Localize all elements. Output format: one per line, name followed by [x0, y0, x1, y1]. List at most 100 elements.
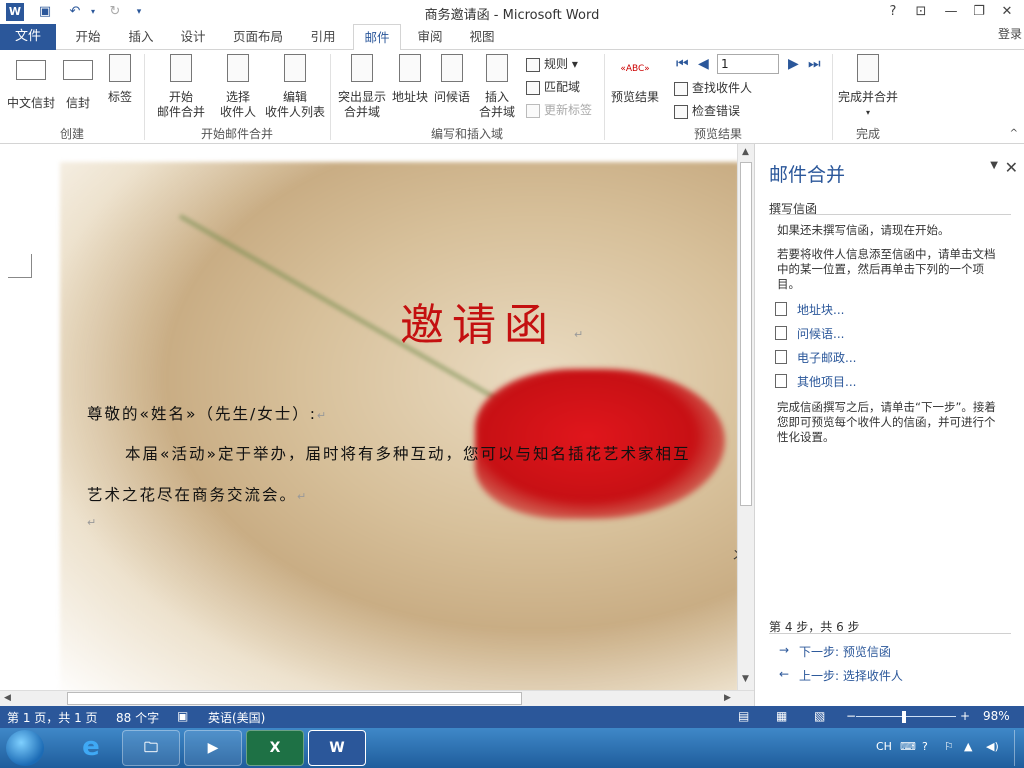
start-mail-merge-button[interactable]: 开始 邮件合并: [150, 54, 212, 120]
window-title: 商务邀请函 - Microsoft Word: [424, 8, 600, 23]
web-layout-icon[interactable]: ▧: [814, 709, 825, 723]
chinese-envelope-button[interactable]: 中文信封: [4, 54, 58, 111]
read-mode-icon[interactable]: ▤: [738, 709, 749, 723]
address-block-button[interactable]: 地址块: [390, 54, 430, 105]
labels-button[interactable]: 标签: [102, 54, 138, 105]
close-button[interactable]: ✕: [996, 2, 1018, 22]
arrow-left-icon: ←: [779, 667, 790, 681]
edit-list-icon: [284, 54, 306, 82]
tab-review[interactable]: 审阅: [408, 24, 452, 50]
record-number-input[interactable]: 1: [717, 54, 779, 74]
pane-close-icon[interactable]: ✕: [1005, 158, 1018, 177]
group-label-start-merge: 开始邮件合并: [200, 127, 273, 141]
keyboard-icon[interactable]: ⌨: [900, 740, 916, 753]
address-block-icon: [399, 54, 421, 82]
scroll-left-icon[interactable]: ◀: [4, 693, 11, 703]
excel-icon[interactable]: X: [246, 730, 304, 766]
print-layout-icon[interactable]: ▦: [776, 709, 787, 723]
help-button[interactable]: ?: [882, 2, 904, 22]
horizontal-scrollbar[interactable]: ◀ ▶: [0, 690, 754, 706]
network-icon[interactable]: ⚐: [944, 740, 954, 753]
tab-insert[interactable]: 插入: [118, 24, 164, 50]
pane-options-icon[interactable]: ▼: [990, 160, 998, 171]
minimize-button[interactable]: —: [940, 2, 962, 22]
input-language-indicator[interactable]: CH: [876, 740, 892, 753]
envelope-button[interactable]: 信封: [60, 54, 96, 111]
update-labels-icon: [526, 103, 540, 118]
highlight-merge-fields-button[interactable]: 突出显示 合并域: [336, 54, 388, 120]
restore-button[interactable]: ❐: [968, 2, 990, 22]
more-items-link[interactable]: 其他项目...: [775, 373, 856, 390]
rules-button[interactable]: 规则 ▾: [526, 54, 578, 74]
status-bar: 第 1 页，共 1 页 88 个字 ▣ 英语(美国) ▤ ▦ ▧ − + 98%: [0, 706, 1024, 728]
postage-icon: [775, 350, 787, 364]
help-tray-icon[interactable]: ?: [922, 740, 928, 753]
collapse-ribbon-icon[interactable]: ^: [1010, 128, 1018, 139]
sign-in-link[interactable]: 登录: [998, 24, 1022, 44]
previous-record-icon[interactable]: ◀: [698, 56, 709, 72]
next-step-link[interactable]: → 下一步: 预览信函: [779, 643, 891, 660]
last-record-icon[interactable]: ⏭: [808, 56, 821, 72]
select-recipients-button[interactable]: 选择 收件人: [212, 54, 264, 120]
pane-title: 邮件合并: [769, 164, 846, 186]
body-line-2[interactable]: 艺术之花尽在商务交流会。↵: [87, 483, 308, 505]
scroll-right-icon[interactable]: ▶: [724, 693, 731, 703]
tab-references[interactable]: 引用: [300, 24, 346, 50]
previous-step-link[interactable]: ← 上一步: 选择收件人: [779, 667, 903, 684]
more-items-icon: [775, 374, 787, 388]
greeting-line-button[interactable]: 问候语: [432, 54, 472, 105]
zoom-slider[interactable]: [856, 716, 956, 717]
find-recipient-button[interactable]: 查找收件人: [674, 78, 752, 98]
document-area[interactable]: 邀请函 ↵ 尊敬的«姓名»（先生/女士）:↵ 本届«活动»定于举办，届时将有多种…: [0, 144, 754, 690]
body-line-1[interactable]: 本届«活动»定于举办，届时将有多种互动，您可以与知名插花艺术家相互: [125, 442, 690, 464]
show-hidden-icons[interactable]: ▲: [964, 740, 972, 753]
electronic-postage-link[interactable]: 电子邮政...: [775, 349, 856, 366]
vertical-scroll-thumb[interactable]: [740, 162, 752, 506]
salutation-line[interactable]: 尊敬的«姓名»（先生/女士）:↵: [87, 402, 328, 424]
greeting-line-link[interactable]: 问候语...: [775, 325, 844, 342]
scroll-up-icon[interactable]: ▲: [742, 147, 749, 157]
media-icon[interactable]: ▶: [184, 730, 242, 766]
update-labels-button[interactable]: 更新标签: [526, 100, 592, 120]
check-errors-button[interactable]: 检查错误: [674, 101, 740, 121]
mail-merge-pane: 邮件合并 ▼ ✕ 撰写信函 如果还未撰写信函，请现在开始。 若要将收件人信息添至…: [754, 144, 1024, 706]
vertical-scrollbar[interactable]: ▲ ▼: [737, 144, 754, 690]
tab-home[interactable]: 开始: [64, 24, 112, 50]
page-count[interactable]: 第 1 页，共 1 页: [7, 709, 98, 726]
document-page[interactable]: 邀请函 ↵ 尊敬的«姓名»（先生/女士）:↵ 本届«活动»定于举办，届时将有多种…: [0, 144, 737, 690]
show-desktop-button[interactable]: [1014, 730, 1024, 766]
zoom-in-icon[interactable]: +: [960, 709, 970, 723]
next-record-icon[interactable]: ▶: [788, 56, 799, 72]
horizontal-scroll-thumb[interactable]: [67, 692, 522, 705]
address-block-icon: [775, 302, 787, 316]
scroll-down-icon[interactable]: ▼: [742, 674, 749, 684]
edit-recipient-list-button[interactable]: 编辑 收件人列表: [264, 54, 326, 120]
address-block-link[interactable]: 地址块...: [775, 301, 844, 318]
insert-merge-field-button[interactable]: 插入 合并域: [474, 54, 520, 120]
ribbon-display-options-button[interactable]: ⊡: [910, 2, 932, 22]
finish-merge-button[interactable]: 完成并合并 ▾: [836, 54, 900, 120]
volume-icon[interactable]: ◀): [986, 740, 999, 753]
zoom-out-icon[interactable]: −: [846, 709, 856, 723]
divider: [769, 633, 1011, 634]
proofing-icon[interactable]: ▣: [177, 709, 188, 723]
start-button[interactable]: [6, 730, 44, 766]
invitation-title[interactable]: 邀请函: [400, 289, 556, 353]
match-fields-button[interactable]: 匹配域: [526, 77, 580, 97]
explorer-icon[interactable]: 🗀: [122, 730, 180, 766]
tab-page-layout[interactable]: 页面布局: [224, 24, 292, 50]
zoom-level[interactable]: 98%: [983, 709, 1010, 723]
word-icon[interactable]: W: [308, 730, 366, 766]
word-count[interactable]: 88 个字: [116, 709, 159, 726]
tab-file[interactable]: 文件: [0, 24, 56, 50]
tab-mailings[interactable]: 邮件: [353, 24, 401, 51]
labels-icon: [109, 54, 131, 82]
tab-design[interactable]: 设计: [170, 24, 216, 50]
greeting-icon: [775, 326, 787, 340]
language-indicator[interactable]: 英语(美国): [208, 709, 265, 726]
zoom-slider-thumb[interactable]: [902, 711, 906, 723]
preview-results-button[interactable]: «ABC» 预览结果: [608, 54, 662, 105]
ie-icon[interactable]: e: [62, 730, 120, 766]
first-record-icon[interactable]: ⏮: [676, 56, 689, 72]
tab-view[interactable]: 视图: [460, 24, 504, 50]
